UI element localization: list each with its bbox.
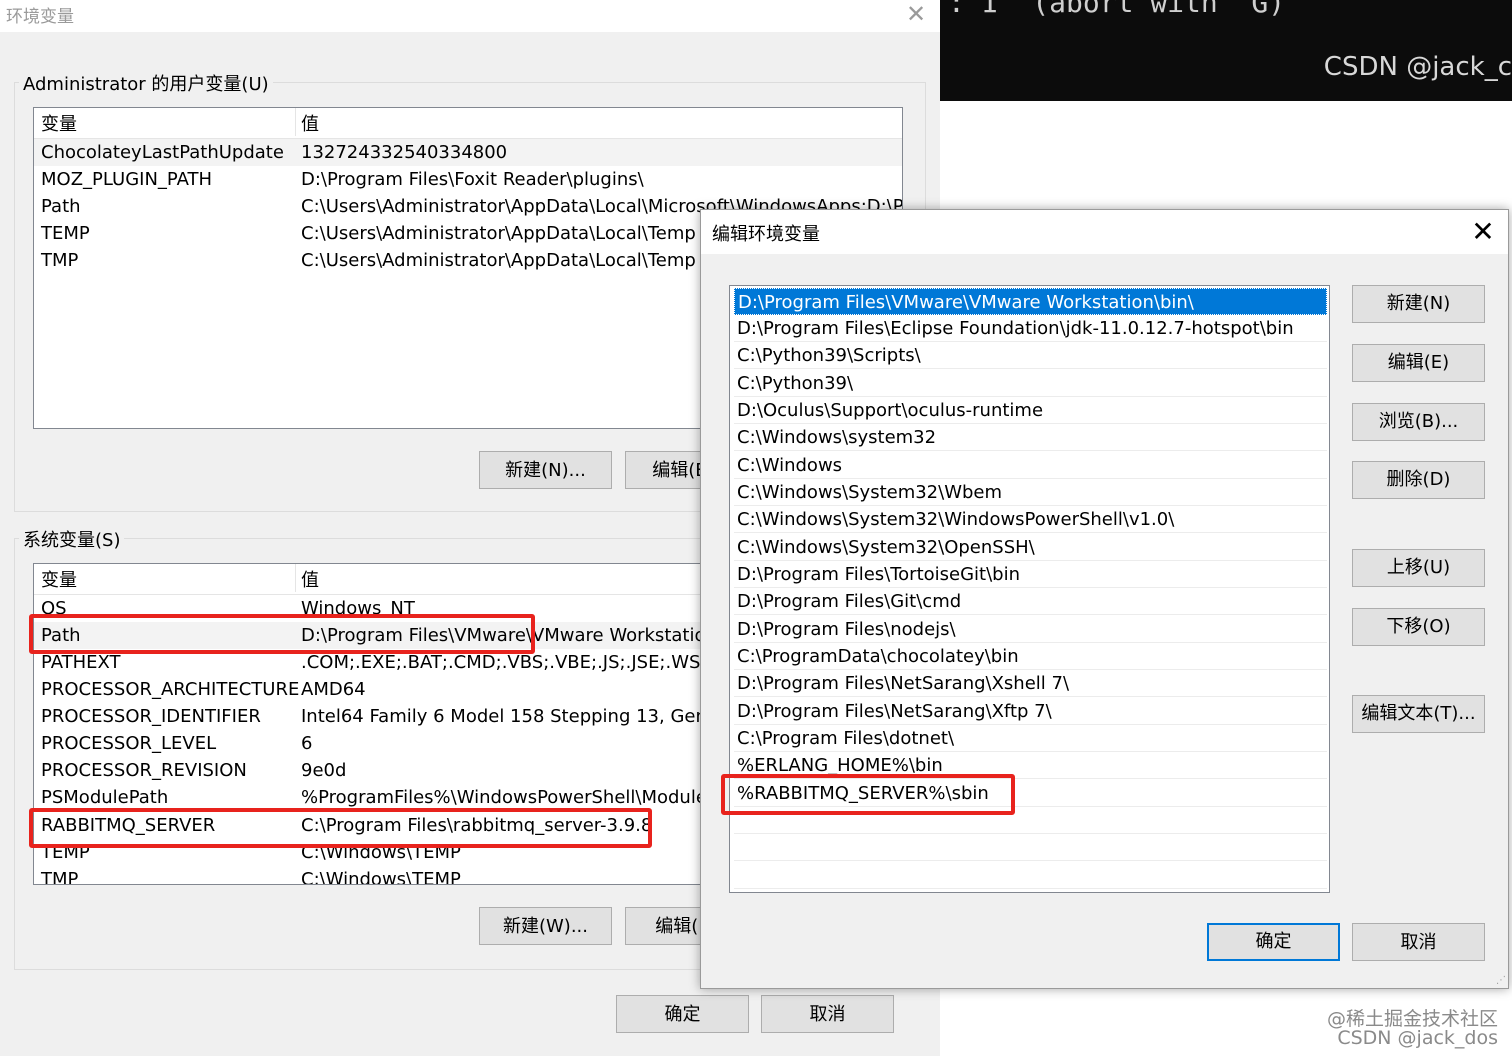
column-divider[interactable]	[295, 564, 296, 592]
list-item[interactable]: C:\Windows\system32	[734, 424, 1327, 451]
var-name: TMP	[41, 250, 79, 271]
var-name: TMP	[41, 869, 79, 885]
edit-env-var-dialog: 编辑环境变量 ✕ D:\Program Files\VMware\VMware …	[700, 209, 1509, 989]
env-dialog-title: 环境变量	[6, 7, 74, 27]
var-name: TEMP	[41, 223, 90, 244]
resize-grip-icon[interactable]: ⋰	[1496, 975, 1506, 986]
system-vars-group-label: 系统变量(S)	[19, 526, 125, 552]
path-move-up-button[interactable]: 上移(U)	[1352, 549, 1485, 587]
terminal-window: : I (abort with G) CSDN @jack_c	[940, 0, 1512, 101]
column-header-variable[interactable]: 变量	[41, 567, 77, 594]
path-delete-button[interactable]: 删除(D)	[1352, 461, 1485, 499]
list-item[interactable]: D:\Program Files\NetSarang\Xshell 7\	[734, 670, 1327, 697]
list-item[interactable]: C:\Python39\Scripts\	[734, 342, 1327, 369]
edit-cancel-button[interactable]: 取消	[1352, 923, 1485, 961]
list-item[interactable]: C:\Windows\System32\WindowsPowerShell\v1…	[734, 506, 1327, 533]
path-move-down-button[interactable]: 下移(O)	[1352, 608, 1485, 646]
column-header-value[interactable]: 值	[301, 111, 319, 138]
list-item[interactable]: C:\ProgramData\chocolatey\bin	[734, 643, 1327, 670]
var-name: PROCESSOR_REVISION	[41, 760, 247, 781]
highlight-path-row	[29, 614, 535, 654]
close-icon[interactable]: ✕	[1467, 215, 1499, 248]
terminal-output: : I (abort with G)	[948, 0, 1286, 19]
path-browse-button[interactable]: 浏览(B)...	[1352, 403, 1485, 441]
var-value: 9e0d	[301, 760, 347, 781]
list-item[interactable]: C:\Windows	[734, 452, 1327, 479]
var-name: PROCESSOR_LEVEL	[41, 733, 217, 754]
var-value: 6	[301, 733, 313, 754]
cancel-button[interactable]: 取消	[761, 995, 894, 1033]
var-value: C:\Users\Administrator\AppData\Local\Tem…	[301, 250, 696, 271]
list-item[interactable]: C:\Windows\System32\Wbem	[734, 479, 1327, 506]
terminal-watermark: CSDN @jack_c	[1323, 52, 1512, 82]
var-name: PROCESSOR_IDENTIFIER	[41, 706, 261, 727]
list-item[interactable]: D:\Oculus\Support\oculus-runtime	[734, 397, 1327, 424]
user-new-button[interactable]: 新建(N)...	[479, 451, 612, 489]
var-name: MOZ_PLUGIN_PATH	[41, 169, 213, 190]
path-edit-text-button[interactable]: 编辑文本(T)...	[1352, 695, 1485, 733]
var-value: 132724332540334800	[301, 142, 508, 163]
var-value: %ProgramFiles%\WindowsPowerShell\Modules…	[301, 787, 723, 808]
table-row[interactable]: ChocolateyLastPathUpdate 132724332540334…	[34, 139, 902, 166]
highlight-rabbitmq-sbin	[721, 774, 1015, 815]
edit-ok-button[interactable]: 确定	[1207, 923, 1340, 961]
path-new-button[interactable]: 新建(N)	[1352, 285, 1485, 323]
list-item[interactable]: D:\Program Files\VMware\VMware Workstati…	[734, 288, 1327, 315]
list-item[interactable]: D:\Program Files\NetSarang\Xftp 7\	[734, 698, 1327, 725]
list-item[interactable]: D:\Program Files\TortoiseGit\bin	[734, 561, 1327, 588]
watermark: @稀土掘金技术社区 CSDN @jack_dos	[1327, 1010, 1498, 1048]
edit-dialog-titlebar: 编辑环境变量 ✕	[701, 210, 1508, 254]
list-item[interactable]: D:\Program Files\Git\cmd	[734, 588, 1327, 615]
user-vars-group-label: Administrator 的用户变量(U)	[19, 70, 273, 96]
list-item[interactable]: D:\Program Files\Eclipse Foundation\jdk-…	[734, 315, 1327, 342]
system-new-button[interactable]: 新建(W)...	[479, 907, 612, 945]
close-icon[interactable]: ✕	[902, 0, 930, 28]
var-value: C:\Windows\TEMP	[301, 869, 461, 885]
env-dialog-titlebar: 环境变量 ✕	[0, 0, 940, 32]
list-header: 变量 值	[34, 111, 902, 139]
list-item[interactable]: C:\Python39\	[734, 370, 1327, 397]
list-item-empty[interactable]	[734, 834, 1327, 861]
var-value: D:\Program Files\Foxit Reader\plugins\	[301, 169, 644, 190]
list-item[interactable]: D:\Program Files\nodejs\	[734, 616, 1327, 643]
table-row[interactable]: MOZ_PLUGIN_PATH D:\Program Files\Foxit R…	[34, 166, 902, 193]
var-name: ChocolateyLastPathUpdate	[41, 142, 284, 163]
list-item-empty[interactable]	[734, 862, 1327, 889]
var-name: PSModulePath	[41, 787, 169, 808]
column-header-variable[interactable]: 变量	[41, 111, 77, 138]
list-item[interactable]: C:\Program Files\dotnet\	[734, 725, 1327, 752]
column-divider[interactable]	[295, 108, 296, 136]
var-name: Path	[41, 196, 81, 217]
column-header-value[interactable]: 值	[301, 567, 319, 594]
path-edit-button[interactable]: 编辑(E)	[1352, 344, 1485, 382]
var-name: PROCESSOR_ARCHITECTURE	[41, 679, 300, 700]
watermark-line2: CSDN @jack_dos	[1337, 1027, 1498, 1049]
var-value: AMD64	[301, 679, 366, 700]
list-item[interactable]: C:\Windows\System32\OpenSSH\	[734, 534, 1327, 561]
var-value: C:\Users\Administrator\AppData\Local\Tem…	[301, 223, 696, 244]
edit-dialog-title: 编辑环境变量	[712, 224, 820, 245]
highlight-rabbitmq-row	[29, 808, 652, 848]
ok-button[interactable]: 确定	[616, 995, 749, 1033]
